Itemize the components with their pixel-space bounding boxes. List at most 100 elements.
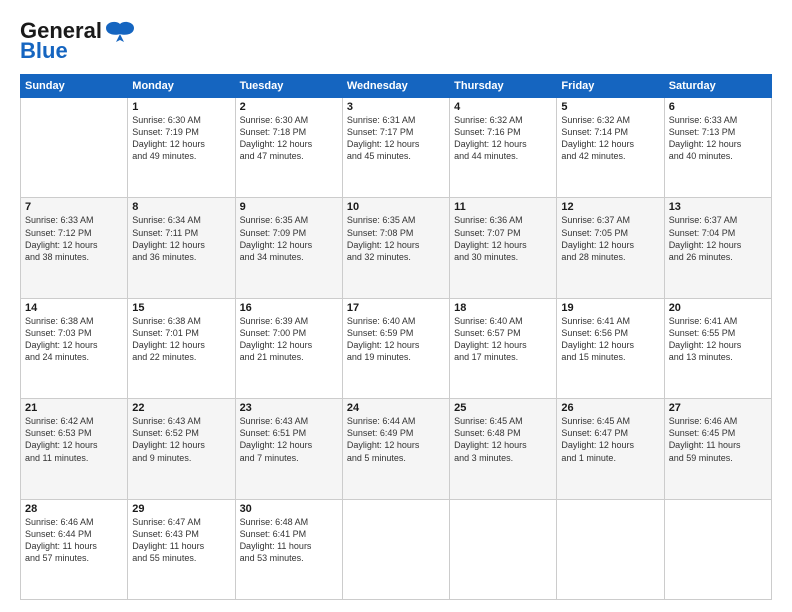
day-number: 25 (454, 402, 552, 414)
day-info: Sunrise: 6:48 AM Sunset: 6:41 PM Dayligh… (240, 516, 338, 565)
calendar-cell: 17Sunrise: 6:40 AM Sunset: 6:59 PM Dayli… (342, 298, 449, 398)
day-info: Sunrise: 6:32 AM Sunset: 7:14 PM Dayligh… (561, 114, 659, 163)
day-info: Sunrise: 6:41 AM Sunset: 6:56 PM Dayligh… (561, 315, 659, 364)
calendar-cell: 25Sunrise: 6:45 AM Sunset: 6:48 PM Dayli… (450, 399, 557, 499)
calendar-cell: 26Sunrise: 6:45 AM Sunset: 6:47 PM Dayli… (557, 399, 664, 499)
weekday-header-thursday: Thursday (450, 75, 557, 98)
day-number: 17 (347, 302, 445, 314)
day-number: 16 (240, 302, 338, 314)
calendar-cell: 20Sunrise: 6:41 AM Sunset: 6:55 PM Dayli… (664, 298, 771, 398)
calendar-cell: 22Sunrise: 6:43 AM Sunset: 6:52 PM Dayli… (128, 399, 235, 499)
day-number: 6 (669, 101, 767, 113)
week-row-5: 28Sunrise: 6:46 AM Sunset: 6:44 PM Dayli… (21, 499, 772, 599)
calendar-cell: 9Sunrise: 6:35 AM Sunset: 7:09 PM Daylig… (235, 198, 342, 298)
calendar-cell: 14Sunrise: 6:38 AM Sunset: 7:03 PM Dayli… (21, 298, 128, 398)
day-info: Sunrise: 6:37 AM Sunset: 7:04 PM Dayligh… (669, 214, 767, 263)
day-info: Sunrise: 6:41 AM Sunset: 6:55 PM Dayligh… (669, 315, 767, 364)
day-info: Sunrise: 6:46 AM Sunset: 6:44 PM Dayligh… (25, 516, 123, 565)
day-number: 23 (240, 402, 338, 414)
calendar-cell (21, 98, 128, 198)
day-info: Sunrise: 6:43 AM Sunset: 6:51 PM Dayligh… (240, 415, 338, 464)
day-number: 11 (454, 201, 552, 213)
day-number: 8 (132, 201, 230, 213)
day-number: 15 (132, 302, 230, 314)
calendar-cell: 5Sunrise: 6:32 AM Sunset: 7:14 PM Daylig… (557, 98, 664, 198)
calendar-cell: 21Sunrise: 6:42 AM Sunset: 6:53 PM Dayli… (21, 399, 128, 499)
weekday-header-saturday: Saturday (664, 75, 771, 98)
day-info: Sunrise: 6:38 AM Sunset: 7:01 PM Dayligh… (132, 315, 230, 364)
calendar-cell: 12Sunrise: 6:37 AM Sunset: 7:05 PM Dayli… (557, 198, 664, 298)
calendar-cell: 4Sunrise: 6:32 AM Sunset: 7:16 PM Daylig… (450, 98, 557, 198)
day-number: 3 (347, 101, 445, 113)
day-number: 12 (561, 201, 659, 213)
calendar-cell: 24Sunrise: 6:44 AM Sunset: 6:49 PM Dayli… (342, 399, 449, 499)
calendar-cell (664, 499, 771, 599)
calendar-cell: 3Sunrise: 6:31 AM Sunset: 7:17 PM Daylig… (342, 98, 449, 198)
weekday-header-wednesday: Wednesday (342, 75, 449, 98)
calendar-cell (557, 499, 664, 599)
calendar-cell: 11Sunrise: 6:36 AM Sunset: 7:07 PM Dayli… (450, 198, 557, 298)
day-number: 13 (669, 201, 767, 213)
day-info: Sunrise: 6:40 AM Sunset: 6:57 PM Dayligh… (454, 315, 552, 364)
day-info: Sunrise: 6:39 AM Sunset: 7:00 PM Dayligh… (240, 315, 338, 364)
calendar-cell: 15Sunrise: 6:38 AM Sunset: 7:01 PM Dayli… (128, 298, 235, 398)
day-info: Sunrise: 6:30 AM Sunset: 7:18 PM Dayligh… (240, 114, 338, 163)
day-info: Sunrise: 6:33 AM Sunset: 7:12 PM Dayligh… (25, 214, 123, 263)
day-number: 22 (132, 402, 230, 414)
day-number: 30 (240, 503, 338, 515)
day-info: Sunrise: 6:32 AM Sunset: 7:16 PM Dayligh… (454, 114, 552, 163)
calendar-cell: 27Sunrise: 6:46 AM Sunset: 6:45 PM Dayli… (664, 399, 771, 499)
logo-blue: Blue (20, 38, 68, 64)
day-number: 10 (347, 201, 445, 213)
calendar-cell: 2Sunrise: 6:30 AM Sunset: 7:18 PM Daylig… (235, 98, 342, 198)
day-number: 24 (347, 402, 445, 414)
day-number: 7 (25, 201, 123, 213)
day-number: 2 (240, 101, 338, 113)
day-info: Sunrise: 6:30 AM Sunset: 7:19 PM Dayligh… (132, 114, 230, 163)
week-row-1: 1Sunrise: 6:30 AM Sunset: 7:19 PM Daylig… (21, 98, 772, 198)
day-info: Sunrise: 6:33 AM Sunset: 7:13 PM Dayligh… (669, 114, 767, 163)
day-number: 4 (454, 101, 552, 113)
day-number: 9 (240, 201, 338, 213)
calendar-cell: 8Sunrise: 6:34 AM Sunset: 7:11 PM Daylig… (128, 198, 235, 298)
day-number: 28 (25, 503, 123, 515)
day-number: 27 (669, 402, 767, 414)
week-row-2: 7Sunrise: 6:33 AM Sunset: 7:12 PM Daylig… (21, 198, 772, 298)
week-row-3: 14Sunrise: 6:38 AM Sunset: 7:03 PM Dayli… (21, 298, 772, 398)
logo: General Blue (20, 18, 136, 64)
weekday-header-monday: Monday (128, 75, 235, 98)
calendar-cell: 23Sunrise: 6:43 AM Sunset: 6:51 PM Dayli… (235, 399, 342, 499)
day-info: Sunrise: 6:31 AM Sunset: 7:17 PM Dayligh… (347, 114, 445, 163)
day-number: 26 (561, 402, 659, 414)
calendar-cell: 1Sunrise: 6:30 AM Sunset: 7:19 PM Daylig… (128, 98, 235, 198)
calendar-cell: 13Sunrise: 6:37 AM Sunset: 7:04 PM Dayli… (664, 198, 771, 298)
weekday-header-sunday: Sunday (21, 75, 128, 98)
calendar-cell: 18Sunrise: 6:40 AM Sunset: 6:57 PM Dayli… (450, 298, 557, 398)
weekday-header-friday: Friday (557, 75, 664, 98)
weekday-header-row: SundayMondayTuesdayWednesdayThursdayFrid… (21, 75, 772, 98)
day-number: 29 (132, 503, 230, 515)
day-number: 19 (561, 302, 659, 314)
day-info: Sunrise: 6:38 AM Sunset: 7:03 PM Dayligh… (25, 315, 123, 364)
calendar-cell: 10Sunrise: 6:35 AM Sunset: 7:08 PM Dayli… (342, 198, 449, 298)
day-info: Sunrise: 6:44 AM Sunset: 6:49 PM Dayligh… (347, 415, 445, 464)
week-row-4: 21Sunrise: 6:42 AM Sunset: 6:53 PM Dayli… (21, 399, 772, 499)
header: General Blue (20, 18, 772, 64)
day-info: Sunrise: 6:46 AM Sunset: 6:45 PM Dayligh… (669, 415, 767, 464)
calendar-cell: 30Sunrise: 6:48 AM Sunset: 6:41 PM Dayli… (235, 499, 342, 599)
day-number: 1 (132, 101, 230, 113)
day-info: Sunrise: 6:40 AM Sunset: 6:59 PM Dayligh… (347, 315, 445, 364)
day-info: Sunrise: 6:47 AM Sunset: 6:43 PM Dayligh… (132, 516, 230, 565)
calendar-cell: 16Sunrise: 6:39 AM Sunset: 7:00 PM Dayli… (235, 298, 342, 398)
calendar-cell: 19Sunrise: 6:41 AM Sunset: 6:56 PM Dayli… (557, 298, 664, 398)
calendar-cell (342, 499, 449, 599)
day-info: Sunrise: 6:34 AM Sunset: 7:11 PM Dayligh… (132, 214, 230, 263)
calendar: SundayMondayTuesdayWednesdayThursdayFrid… (20, 74, 772, 600)
day-info: Sunrise: 6:35 AM Sunset: 7:09 PM Dayligh… (240, 214, 338, 263)
weekday-header-tuesday: Tuesday (235, 75, 342, 98)
day-info: Sunrise: 6:36 AM Sunset: 7:07 PM Dayligh… (454, 214, 552, 263)
day-info: Sunrise: 6:43 AM Sunset: 6:52 PM Dayligh… (132, 415, 230, 464)
logo-bird-icon (104, 20, 136, 42)
day-number: 18 (454, 302, 552, 314)
day-number: 21 (25, 402, 123, 414)
